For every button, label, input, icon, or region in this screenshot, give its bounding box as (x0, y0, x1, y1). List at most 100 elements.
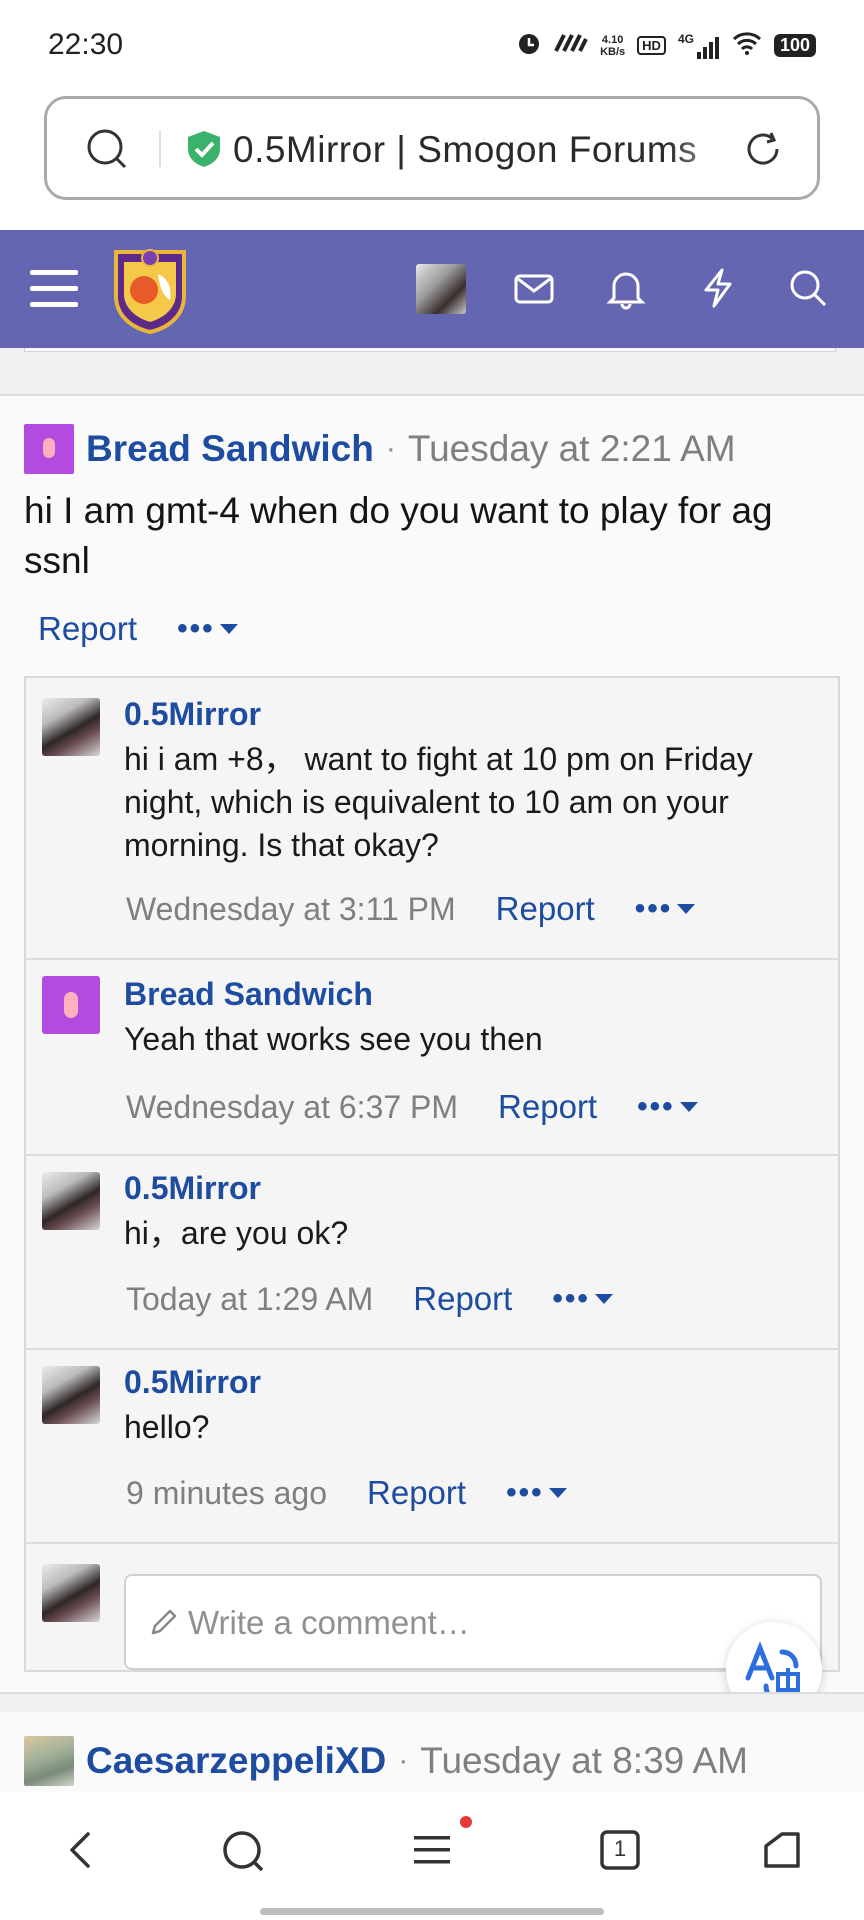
post-timestamp[interactable]: Tuesday at 2:21 AM (408, 428, 736, 470)
comment-item: 0.5Mirror hello? 9 minutes ago Report ••… (26, 1350, 838, 1544)
more-options-button[interactable]: ••• (552, 1282, 614, 1316)
back-icon[interactable] (60, 1828, 104, 1877)
status-icons: 4.10 KB/s HD 4G 100 (516, 30, 816, 61)
profile-post: Bread Sandwich · Tuesday at 2:21 AM hi I… (0, 394, 864, 1692)
report-link[interactable]: Report (496, 890, 595, 928)
avatar[interactable] (42, 1172, 100, 1230)
wifi-icon (732, 31, 762, 60)
reload-icon[interactable] (741, 127, 785, 176)
user-avatar[interactable] (416, 264, 466, 314)
post-timestamp[interactable]: Tuesday at 8:39 AM (420, 1740, 748, 1782)
chevron-down-icon (594, 1294, 613, 1304)
comment-timestamp[interactable]: Wednesday at 6:37 PM (126, 1089, 458, 1126)
post-body: hi I am gmt-4 when do you want to play f… (24, 490, 773, 581)
network-speed: 4.10 KB/s (600, 34, 625, 58)
post-header: Bread Sandwich · Tuesday at 2:21 AM (24, 424, 736, 474)
comment-text: hi i am +8， want to fight at 10 pm on Fr… (124, 741, 753, 863)
profile-post: CaesarzeppeliXD · Tuesday at 8:39 AM (0, 1712, 864, 1792)
comment-timestamp[interactable]: Wednesday at 3:11 PM (126, 891, 456, 928)
avatar[interactable] (24, 1736, 74, 1786)
home-icon[interactable] (760, 1828, 804, 1877)
post-author-link[interactable]: Bread Sandwich (86, 428, 374, 470)
avatar[interactable] (42, 1366, 100, 1424)
write-comment-placeholder: Write a comment… (188, 1604, 470, 1641)
speed-value: 4.10 (601, 33, 624, 46)
comment-author-link[interactable]: 0.5Mirror (124, 696, 261, 733)
menu-icon[interactable] (410, 1828, 454, 1877)
section-divider (0, 348, 864, 394)
tabs-icon[interactable]: 1 (598, 1828, 642, 1872)
comment-text: hello? (124, 1409, 210, 1445)
bell-icon[interactable] (604, 266, 648, 315)
search-icon[interactable] (85, 127, 129, 176)
comment-meta: Wednesday at 6:37 PM Report ••• (126, 1088, 699, 1126)
status-time: 22:30 (48, 28, 124, 61)
search-icon[interactable] (786, 266, 830, 315)
write-comment-input[interactable]: Write a comment… (124, 1574, 822, 1670)
previous-card-edge (24, 348, 836, 352)
report-link[interactable]: Report (413, 1280, 512, 1318)
report-link[interactable]: Report (498, 1088, 597, 1126)
speed-unit: KB/s (600, 45, 626, 58)
bolt-icon[interactable] (696, 266, 740, 315)
nfc-icon (554, 32, 588, 60)
more-options-button[interactable]: ••• (635, 892, 697, 926)
more-dots: ••• (177, 612, 215, 645)
chevron-down-icon (677, 904, 696, 914)
search-icon[interactable] (220, 1828, 268, 1881)
menu-icon[interactable] (28, 266, 80, 315)
gesture-home-bar[interactable] (260, 1908, 604, 1915)
avatar[interactable] (42, 976, 100, 1034)
more-options-button[interactable]: ••• (506, 1476, 568, 1510)
browser-bottom-nav: 1 (0, 1792, 864, 1920)
avatar[interactable] (24, 424, 74, 474)
mail-icon[interactable] (512, 266, 556, 315)
report-link[interactable]: Report (38, 610, 137, 648)
comment-text: hi，are you ok? (124, 1215, 349, 1251)
comment-author-link[interactable]: Bread Sandwich (124, 976, 373, 1013)
pencil-icon (148, 1606, 180, 1643)
chevron-down-icon (219, 624, 238, 634)
shield-check-icon[interactable] (185, 129, 223, 174)
section-divider (0, 1692, 864, 1712)
separator-dot: · (385, 432, 396, 465)
comment-meta: Wednesday at 3:11 PM Report ••• (126, 890, 696, 928)
more-dots: ••• (637, 1090, 675, 1123)
alarm-icon (516, 30, 542, 61)
separator-dot: · (398, 1744, 409, 1777)
status-bar: 22:30 4.10 KB/s HD 4G 100 (0, 0, 864, 92)
hd-badge: HD (637, 36, 666, 55)
chevron-down-icon (679, 1102, 698, 1112)
comments-box: 0.5Mirror hi i am +8， want to fight at 1… (24, 676, 840, 1672)
comment-text: Yeah that works see you then (124, 1021, 543, 1057)
more-options-button[interactable]: ••• (637, 1090, 699, 1124)
comment-timestamp[interactable]: 9 minutes ago (126, 1475, 327, 1512)
avatar[interactable] (42, 698, 100, 756)
notification-dot (460, 1816, 472, 1828)
comment-author-link[interactable]: 0.5Mirror (124, 1170, 261, 1207)
site-header (0, 230, 864, 348)
chevron-down-icon (548, 1488, 567, 1498)
more-dots: ••• (552, 1282, 590, 1315)
tab-count: 1 (613, 1836, 627, 1861)
post-author-link[interactable]: CaesarzeppeliXD (86, 1740, 386, 1782)
battery-icon: 100 (773, 34, 816, 57)
network-type: 4G (677, 31, 694, 46)
smogon-logo[interactable] (110, 244, 190, 335)
comment-meta: Today at 1:29 AM Report ••• (126, 1280, 614, 1318)
comment-item: Bread Sandwich Yeah that works see you t… (26, 960, 838, 1156)
comment-author-link[interactable]: 0.5Mirror (124, 1364, 261, 1401)
report-link[interactable]: Report (367, 1474, 466, 1512)
post-header: CaesarzeppeliXD · Tuesday at 8:39 AM (24, 1736, 748, 1786)
address-bar[interactable]: 0.5Mirror | Smogon Forums (44, 96, 820, 200)
post-actions: Report ••• (38, 610, 239, 648)
signal-icon: 4G (678, 32, 720, 60)
more-dots: ••• (634, 892, 673, 925)
comment-item: 0.5Mirror hi i am +8， want to fight at 1… (26, 678, 838, 960)
address-separator (159, 131, 161, 167)
comment-item: 0.5Mirror hi，are you ok? Today at 1:29 A… (26, 1156, 838, 1350)
comment-timestamp[interactable]: Today at 1:29 AM (126, 1281, 373, 1318)
more-options-button[interactable]: ••• (177, 612, 239, 646)
write-comment-row: Write a comment… (26, 1556, 838, 1672)
comment-meta: 9 minutes ago Report ••• (126, 1474, 568, 1512)
